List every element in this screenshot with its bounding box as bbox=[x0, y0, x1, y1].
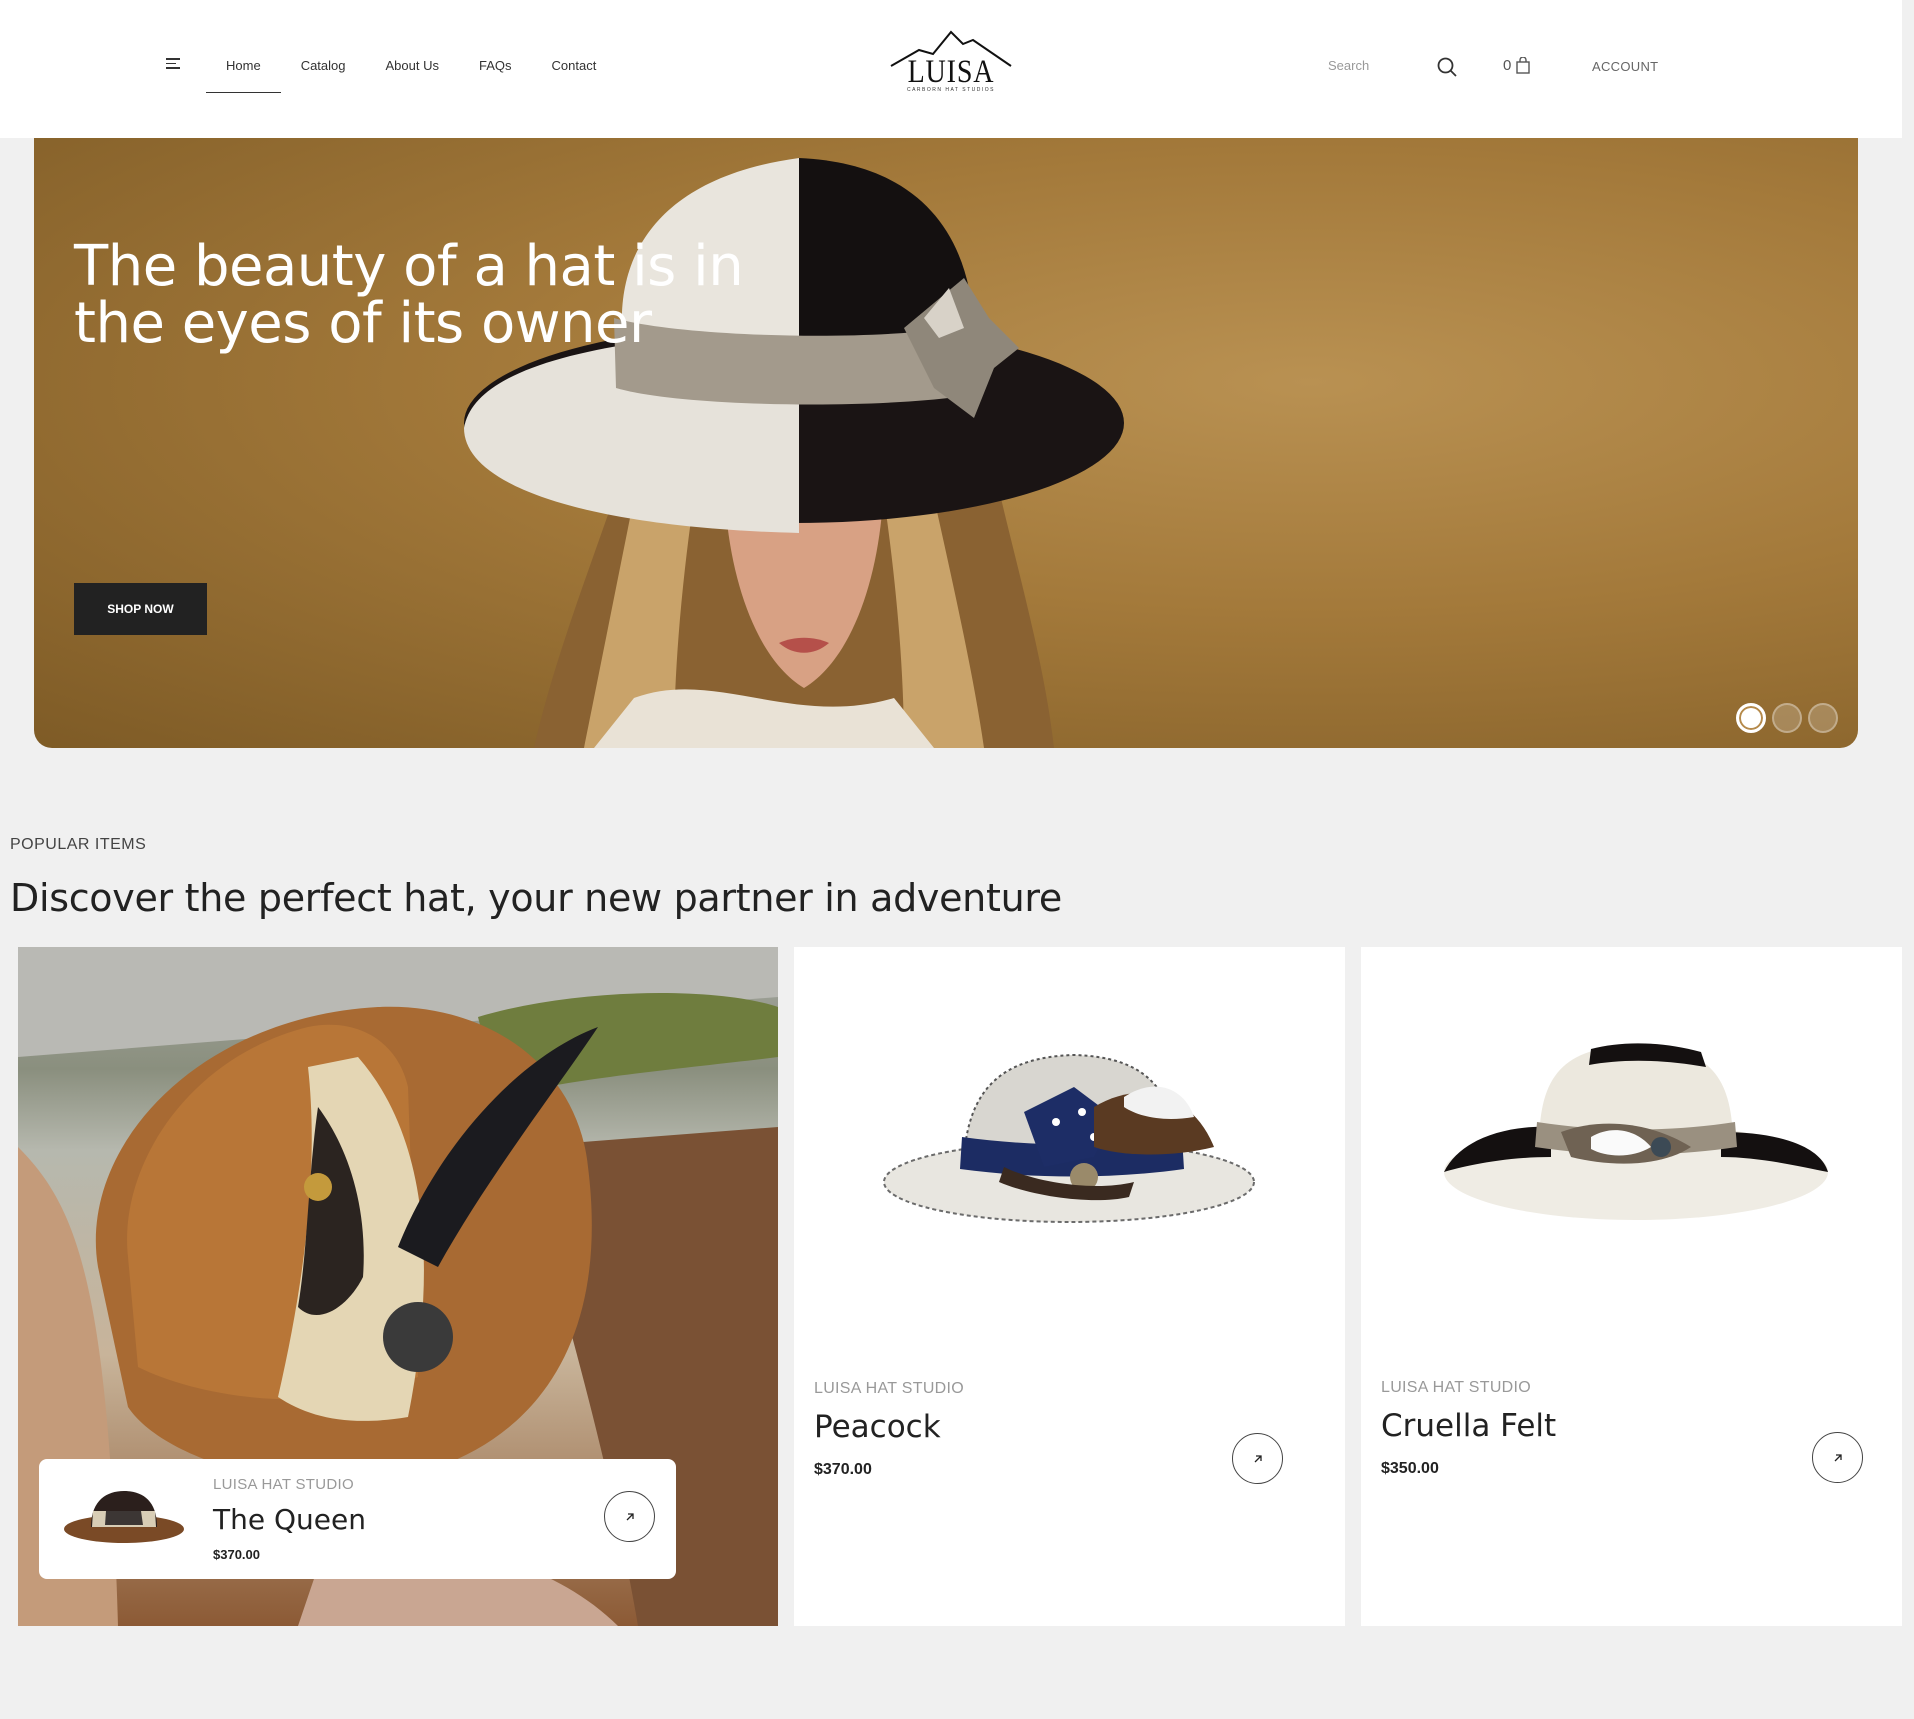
site-logo[interactable]: LUISA CARBORN HAT STUDIOS bbox=[889, 28, 1013, 96]
product-name[interactable]: Cruella Felt bbox=[1381, 1408, 1556, 1444]
main-nav: Home Catalog About Us FAQs Contact bbox=[206, 48, 616, 93]
nav-about-us[interactable]: About Us bbox=[366, 48, 459, 93]
section-title: Discover the perfect hat, your new partn… bbox=[10, 876, 1062, 920]
arrow-up-right-icon[interactable] bbox=[604, 1491, 655, 1542]
product-card-peacock[interactable]: LUISA HAT STUDIO Peacock $370.00 bbox=[794, 947, 1345, 1626]
featured-product-card[interactable]: LUISA HAT STUDIO The Queen $370.00 bbox=[39, 1459, 676, 1579]
product-image bbox=[883, 1053, 1255, 1223]
slider-dot-3[interactable] bbox=[1808, 703, 1838, 733]
arrow-up-right-icon[interactable] bbox=[1812, 1432, 1863, 1483]
account-link[interactable]: ACCOUNT bbox=[1592, 59, 1658, 74]
slider-dot-2[interactable] bbox=[1772, 703, 1802, 733]
hero-banner: The beauty of a hat is in the eyes of it… bbox=[34, 138, 1858, 748]
search-input[interactable]: Search bbox=[1328, 58, 1369, 73]
product-brand: LUISA HAT STUDIO bbox=[213, 1476, 354, 1493]
hero-title: The beauty of a hat is in the eyes of it… bbox=[74, 234, 744, 356]
featured-product-thumbnail bbox=[64, 1491, 184, 1543]
slider-dot-1[interactable] bbox=[1736, 703, 1766, 733]
nav-catalog[interactable]: Catalog bbox=[281, 48, 366, 93]
cart-count: 0 bbox=[1503, 57, 1512, 74]
slider-dots bbox=[1736, 703, 1838, 733]
product-price: $350.00 bbox=[1381, 1460, 1439, 1477]
product-price: $370.00 bbox=[213, 1547, 260, 1562]
product-price: $370.00 bbox=[814, 1461, 872, 1478]
product-brand: LUISA HAT STUDIO bbox=[1381, 1379, 1532, 1396]
scrollbar[interactable] bbox=[1902, 0, 1914, 1719]
product-name[interactable]: Peacock bbox=[814, 1409, 941, 1445]
nav-home[interactable]: Home bbox=[206, 48, 281, 93]
logo-tagline: CARBORN HAT STUDIOS bbox=[906, 87, 996, 93]
shop-now-button[interactable]: SHOP NOW bbox=[74, 583, 207, 635]
product-name[interactable]: The Queen bbox=[213, 1503, 366, 1536]
shopping-bag-icon bbox=[1516, 57, 1531, 74]
logo-name: LUISA bbox=[907, 54, 995, 90]
search-icon[interactable] bbox=[1436, 56, 1458, 78]
section-label: POPULAR ITEMS bbox=[10, 836, 147, 853]
product-brand: LUISA HAT STUDIO bbox=[814, 1380, 965, 1397]
hero-image bbox=[464, 158, 1124, 748]
nav-contact[interactable]: Contact bbox=[532, 48, 617, 93]
arrow-up-right-icon[interactable] bbox=[1232, 1433, 1283, 1484]
hamburger-menu-icon[interactable] bbox=[166, 58, 180, 72]
nav-faqs[interactable]: FAQs bbox=[459, 48, 532, 93]
product-image bbox=[1444, 1043, 1828, 1220]
product-card-cruella-felt[interactable]: LUISA HAT STUDIO Cruella Felt $350.00 bbox=[1361, 947, 1902, 1626]
featured-product[interactable]: LUISA HAT STUDIO The Queen $370.00 bbox=[18, 947, 778, 1626]
cart-button[interactable]: 0 bbox=[1503, 57, 1531, 74]
site-header: Home Catalog About Us FAQs Contact LUISA… bbox=[0, 0, 1902, 138]
